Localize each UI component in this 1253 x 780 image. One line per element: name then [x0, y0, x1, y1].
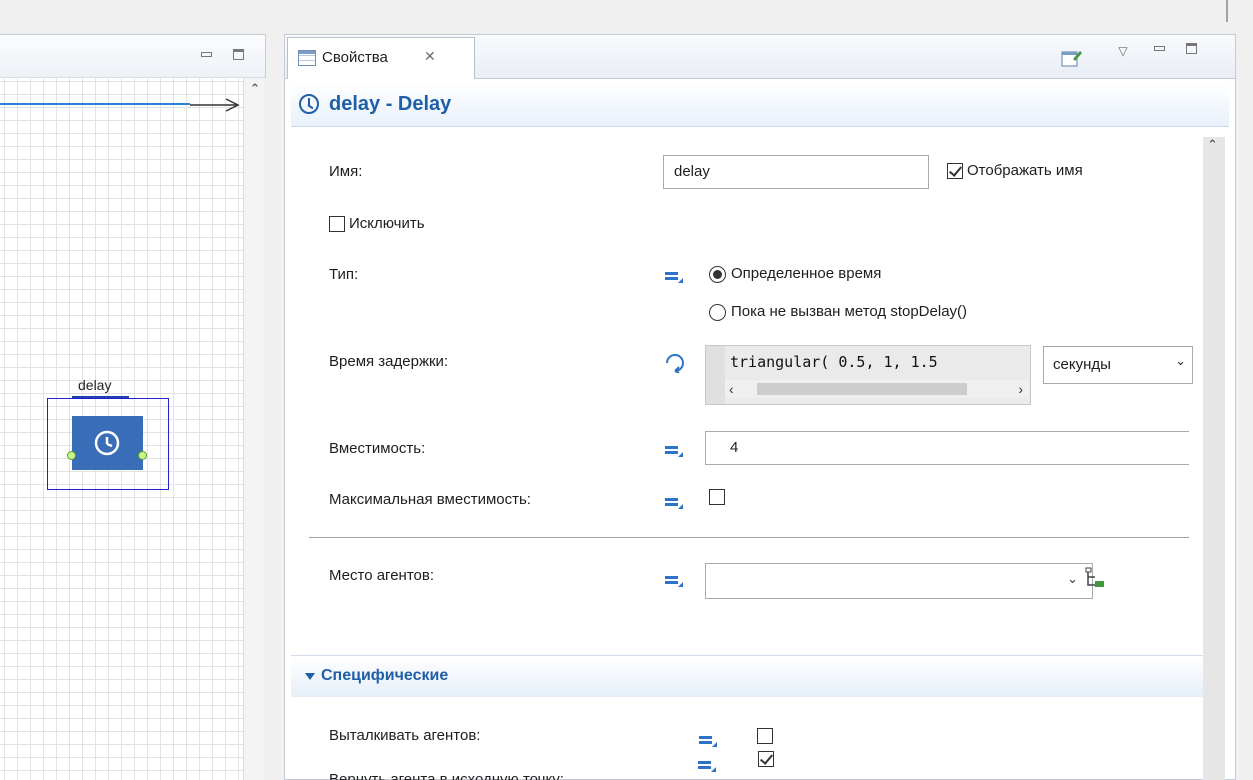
close-icon[interactable]: ✕ — [424, 48, 436, 65]
max-capacity-label: Максимальная вместимость: — [329, 491, 531, 508]
type-option-until-stopdelay[interactable]: Пока не вызван метод stopDelay() — [731, 303, 967, 320]
view-menu-chevron-down-icon[interactable]: ▽ — [1115, 43, 1131, 59]
output-port[interactable] — [138, 451, 147, 460]
model-canvas-pane: ⌃ delay — [0, 34, 274, 780]
capacity-field[interactable]: 4 — [705, 431, 1189, 465]
agent-location-select[interactable]: ⌄ — [705, 563, 1093, 599]
properties-tab-bar: Свойства ✕ ▽ — [285, 35, 1235, 79]
editor-horizontal-scrollbar[interactable]: ‹ › — [725, 380, 1029, 398]
exclude-checkbox[interactable] — [329, 216, 345, 232]
delay-time-expression[interactable]: triangular( 0.5, 1, 1.5 — [730, 353, 1028, 371]
delay-time-editor[interactable]: triangular( 0.5, 1, 1.5 ‹ › — [705, 345, 1031, 405]
section-separator — [309, 537, 1189, 538]
max-capacity-checkbox[interactable] — [709, 489, 725, 505]
editor-gutter — [706, 346, 725, 404]
tree-select-icon[interactable] — [1085, 567, 1105, 587]
type-label: Тип: — [329, 266, 359, 283]
properties-view: Свойства ✕ ▽ delay - Delay ⌃ Имя: delay … — [284, 34, 1236, 780]
push-agents-checkbox[interactable] — [757, 728, 773, 744]
push-agents-label: Выталкивать агентов: — [329, 727, 481, 744]
name-field[interactable]: delay — [663, 155, 929, 189]
type-option-fixed-time[interactable]: Определенное время — [731, 265, 881, 282]
section-specific-title[interactable]: Специфические — [321, 667, 448, 685]
type-radio-fixed-time[interactable] — [709, 266, 726, 283]
properties-title-bar: delay - Delay — [291, 83, 1229, 127]
properties-body: ⌃ Имя: delay Отображать имя Исключить Ти… — [291, 127, 1229, 780]
canvas-header — [0, 34, 266, 78]
type-radio-until-stopdelay[interactable] — [709, 304, 726, 321]
section-specific-header[interactable]: Специфические — [291, 655, 1203, 697]
capacity-label: Вместимость: — [329, 440, 426, 457]
properties-table-icon — [298, 50, 316, 66]
chevron-up-icon[interactable]: ⌃ — [1207, 137, 1218, 153]
return-agent-checkbox[interactable] — [758, 751, 774, 767]
static-value-icon[interactable] — [697, 733, 719, 749]
properties-minimize-button[interactable] — [1151, 41, 1167, 57]
static-value-icon[interactable] — [663, 269, 685, 285]
delay-time-unit-value: секунды — [1053, 356, 1111, 373]
chevron-down-icon: ⌄ — [1175, 353, 1186, 368]
exclude-label[interactable]: Исключить — [349, 215, 425, 232]
name-label: Имя: — [329, 163, 363, 180]
clock-icon — [94, 430, 120, 456]
canvas-vertical-scrollbar[interactable]: ⌃ — [243, 78, 265, 780]
static-value-icon[interactable] — [663, 495, 685, 511]
delay-block-selection[interactable] — [47, 398, 169, 490]
static-value-icon[interactable] — [696, 758, 718, 774]
delay-time-unit-select[interactable]: секунды ⌄ — [1043, 346, 1193, 384]
properties-vertical-scrollbar[interactable]: ⌃ — [1203, 137, 1225, 780]
show-name-label[interactable]: Отображать имя — [967, 162, 1083, 179]
agent-location-label: Место агентов: — [329, 567, 435, 584]
chevron-down-icon: ⌄ — [1067, 571, 1078, 586]
delay-block-label: delay — [78, 377, 112, 393]
connector-arrow[interactable] — [0, 78, 243, 118]
chevron-right-icon[interactable]: › — [1018, 380, 1023, 398]
static-value-icon[interactable] — [663, 573, 685, 589]
chevron-up-icon[interactable]: ⌃ — [248, 82, 262, 96]
dynamic-value-icon[interactable] — [663, 351, 687, 373]
static-value-icon[interactable] — [663, 443, 685, 459]
chevron-down-icon[interactable] — [305, 673, 315, 680]
tab-properties-label: Свойства — [322, 49, 388, 66]
show-name-checkbox[interactable] — [947, 163, 963, 179]
properties-title: delay - Delay — [329, 93, 452, 115]
properties-maximize-button[interactable] — [1183, 41, 1199, 57]
delay-time-label: Время задержки: — [329, 353, 449, 370]
tab-properties[interactable]: Свойства ✕ — [287, 37, 475, 79]
delay-block[interactable] — [67, 416, 147, 470]
pin-editor-icon[interactable] — [1061, 48, 1083, 68]
canvas-maximize-button[interactable] — [230, 47, 246, 63]
canvas-minimize-button[interactable] — [198, 47, 214, 63]
scrollbar-thumb[interactable] — [757, 383, 967, 395]
chevron-left-icon[interactable]: ‹ — [729, 380, 734, 398]
clock-icon — [299, 94, 319, 114]
window-splitter — [1226, 0, 1228, 22]
input-port[interactable] — [67, 451, 76, 460]
return-agent-label: Вернуть агента в исходную точку: — [329, 771, 564, 780]
